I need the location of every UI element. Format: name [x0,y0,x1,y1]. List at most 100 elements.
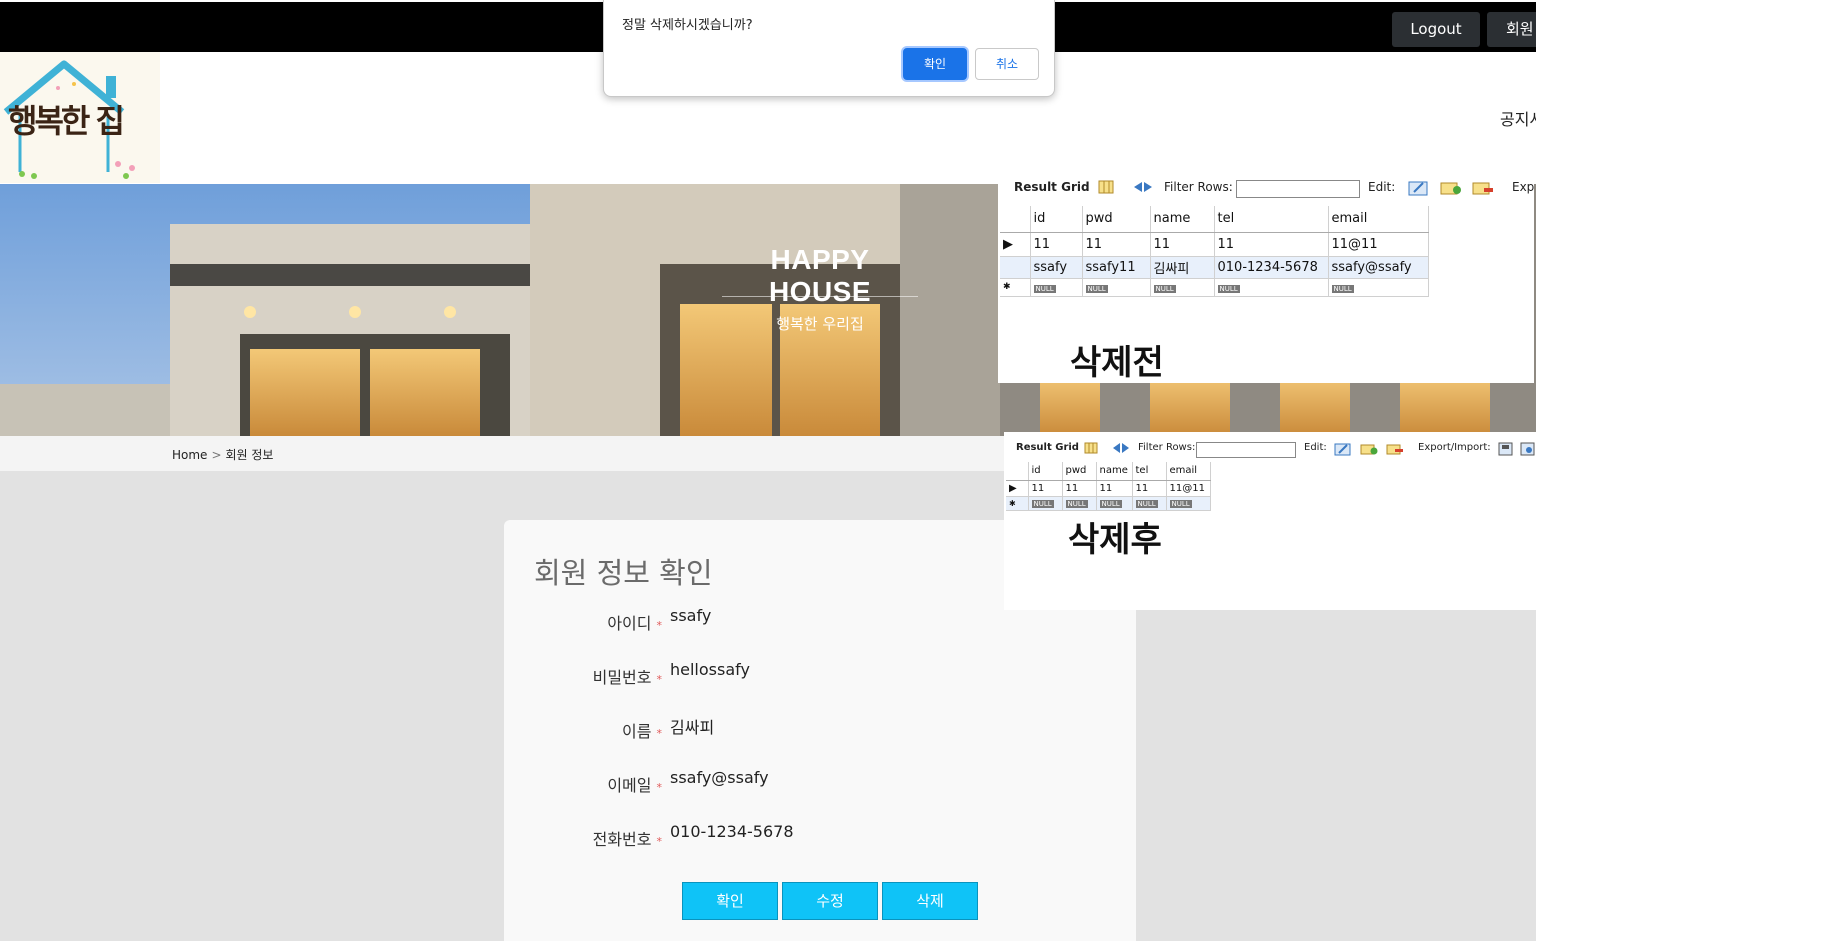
hero-subtitle: 행복한 우리집 [776,315,864,333]
filter-rows-input[interactable] [1236,180,1360,198]
db-result-after: Result Grid Filter Rows: Edit: Export/Im… [1004,432,1536,610]
result-grid-label: Result Grid [1014,180,1090,194]
site-logo[interactable]: 행복한 집 [0,52,160,183]
null-cell[interactable]: NULL [1214,278,1329,297]
field-row-phone: 전화번호 * 010-1234-5678 [504,820,1136,850]
new-row[interactable]: ✱ NULL NULL NULL NULL NULL [1000,278,1429,297]
after-delete-caption: 삭제후 [1068,520,1162,560]
hero-title: HAPPY HOUSE [768,244,872,307]
field-label-name: 이름 * [622,722,662,741]
field-row-password: 비밀번호 * hellossafy [504,658,1136,688]
column-header[interactable]: tel [1214,206,1329,233]
column-header[interactable]: id [1030,206,1083,233]
column-header[interactable]: email [1328,206,1429,233]
edit-label: Edit: [1304,442,1327,453]
filter-rows-input[interactable] [1196,442,1296,458]
result-grid-after: id pwd name tel email ▶ 11 11 11 11 11@1… [1006,462,1211,511]
export-icon[interactable] [1498,442,1514,459]
member-button[interactable]: 회원 [1487,12,1536,47]
table-cell[interactable]: 11 [1082,232,1151,257]
new-row[interactable]: ✱ NULL NULL NULL NULL NULL [1006,496,1211,511]
delete-row-icon[interactable] [1386,442,1404,459]
table-cell[interactable]: 11 [1062,480,1097,497]
row-header-corner [1000,206,1031,233]
table-row[interactable]: ssafy ssafy11 김싸피 010-1234-5678 ssafy@ss… [1000,256,1429,279]
table-cell[interactable]: 김싸피 [1150,256,1215,279]
before-delete-caption: 삭제전 [1070,343,1164,383]
edit-row-icon[interactable] [1334,442,1352,459]
nav-notice-link[interactable]: 공지사 [1500,106,1536,130]
card-title: 회원 정보 확인 [534,556,713,590]
table-cell[interactable]: 11 [1150,232,1215,257]
row-header-corner [1006,462,1029,481]
null-cell[interactable]: NULL [1132,496,1167,511]
dialog-cancel-button[interactable]: 취소 [975,48,1039,80]
column-header[interactable]: pwd [1062,462,1097,481]
delete-confirm-dialog: 정말 삭제하시겠습니까? 확인 취소 [603,0,1055,97]
result-grid-before: id pwd name tel email ▶ 11 11 11 11 11@1… [1000,206,1429,297]
grid-view-icon[interactable] [1098,180,1114,197]
breadcrumb-current: 회원 정보 [225,448,274,462]
table-cell[interactable]: 010-1234-5678 [1214,256,1329,279]
table-cell[interactable]: 11 [1132,480,1167,497]
new-row-marker-icon: ✱ [1006,496,1029,511]
add-row-icon[interactable] [1440,180,1462,199]
column-header[interactable]: name [1096,462,1133,481]
null-cell[interactable]: NULL [1062,496,1097,511]
column-header[interactable]: tel [1132,462,1167,481]
refresh-icon[interactable] [1132,180,1154,197]
null-cell[interactable]: NULL [1328,278,1429,297]
export-label: Exp [1512,180,1534,194]
import-icon[interactable] [1520,442,1536,459]
table-cell[interactable]: 11 [1030,232,1083,257]
column-header[interactable]: id [1028,462,1063,481]
column-header[interactable]: name [1150,206,1215,233]
table-cell[interactable]: 11 [1096,480,1133,497]
result-grid-toolbar: Result Grid Filter Rows: Edit: Export/Im… [1004,442,1536,462]
confirm-button[interactable]: 확인 [682,882,778,920]
grid-view-icon[interactable] [1084,442,1098,457]
table-row[interactable]: ▶ 11 11 11 11 11@11 [1006,480,1211,497]
row-header [1000,256,1031,279]
null-cell[interactable]: NULL [1028,496,1063,511]
table-cell[interactable]: 11 [1214,232,1329,257]
dialog-ok-button[interactable]: 확인 [903,48,967,80]
table-cell[interactable]: ssafy [1030,256,1083,279]
table-row[interactable]: ▶ 11 11 11 11 11@11 [1000,232,1429,257]
null-cell[interactable]: NULL [1030,278,1083,297]
null-cell[interactable]: NULL [1150,278,1215,297]
edit-row-icon[interactable] [1408,180,1430,199]
dialog-message: 정말 삭제하시겠습니까? [622,18,753,33]
field-value-phone: 010-1234-5678 [670,822,794,841]
field-value-email: ssafy@ssafy [670,768,769,787]
table-cell[interactable]: 11@11 [1328,232,1429,257]
happy-house-site: Logout 회원 행복한 집 공지사 [0,0,1536,941]
filter-rows-label: Filter Rows: [1138,442,1196,453]
hero-divider [722,296,918,297]
delete-button[interactable]: 삭제 [882,882,978,920]
field-row-email: 이메일 * ssafy@ssafy [504,766,1136,796]
null-cell[interactable]: NULL [1096,496,1133,511]
table-cell[interactable]: ssafy@ssafy [1328,256,1429,279]
field-label-email: 이메일 * [607,776,662,795]
field-value-password: hellossafy [670,660,750,679]
column-header[interactable]: email [1166,462,1211,481]
edit-button[interactable]: 수정 [782,882,878,920]
add-row-icon[interactable] [1360,442,1378,459]
column-header[interactable]: pwd [1082,206,1151,233]
table-cell[interactable]: 11@11 [1166,480,1211,497]
new-row-marker-icon: ✱ [1000,278,1031,297]
field-value-id: ssafy [670,606,712,625]
table-cell[interactable]: ssafy11 [1082,256,1151,279]
null-cell[interactable]: NULL [1166,496,1211,511]
delete-row-icon[interactable] [1472,180,1494,199]
logout-button[interactable]: Logout [1392,12,1480,47]
breadcrumb-home-link[interactable]: Home [172,448,207,462]
field-label-password: 비밀번호 * [592,668,662,687]
table-cell[interactable]: 11 [1028,480,1063,497]
null-cell[interactable]: NULL [1082,278,1151,297]
row-pointer-icon: ▶ [1006,480,1029,497]
logo-text: 행복한 집 [8,102,125,140]
refresh-icon[interactable] [1112,442,1130,457]
result-grid-label: Result Grid [1016,442,1079,453]
